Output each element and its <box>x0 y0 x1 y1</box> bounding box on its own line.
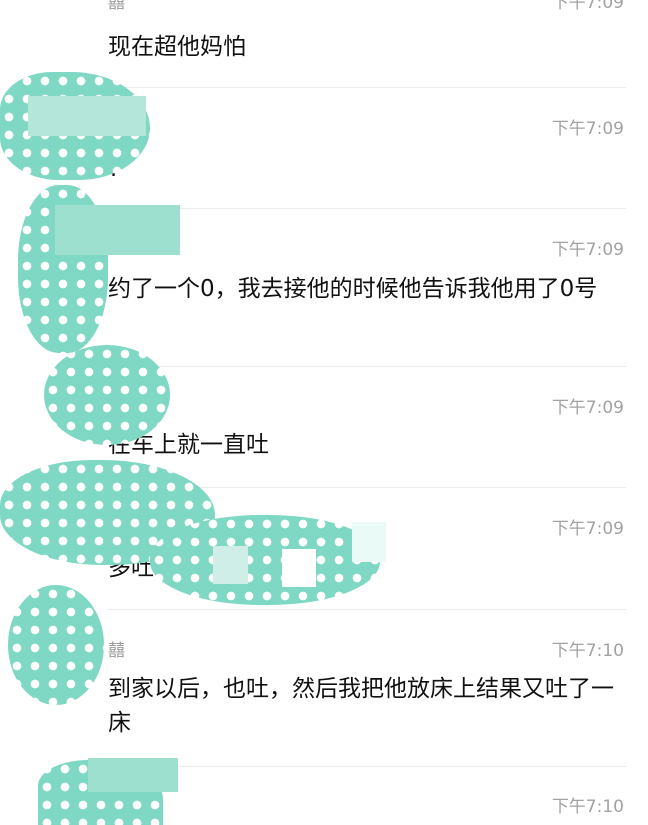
divider <box>108 766 626 767</box>
redaction-mark <box>213 546 248 584</box>
message-time: 下午7:09 <box>551 398 624 418</box>
divider <box>108 609 626 610</box>
message-time: 下午7:09 <box>551 119 624 139</box>
redaction-mark <box>28 96 146 136</box>
sender-name: 囍 <box>108 641 125 661</box>
message-item[interactable]: 下午7:10 <box>108 792 624 825</box>
message-time: 下午7:09 <box>551 519 624 539</box>
message-item[interactable]: 下午7:09 ? <box>108 114 624 184</box>
message-text: 在车上就一直吐 <box>108 432 269 458</box>
redaction-mark <box>44 345 170 445</box>
message-time: 下午7:09 <box>551 0 624 13</box>
message-text: ? <box>108 152 618 186</box>
redaction-mark <box>282 549 316 587</box>
message-time: 下午7:10 <box>551 641 624 661</box>
divider <box>108 208 626 209</box>
redaction-mark <box>352 522 386 562</box>
sender-name: 囍 <box>108 0 125 13</box>
message-text: 到家以后，也吐，然后我把他放床上结果又吐了一床 <box>108 676 614 736</box>
message-item[interactable]: 下午7:09 在车上就一直吐 <box>108 393 624 468</box>
message-time: 下午7:09 <box>551 240 624 260</box>
divider <box>108 87 626 88</box>
redaction-mark <box>55 205 180 255</box>
message-item[interactable]: 囍 下午7:09 现在超他妈怕 <box>108 0 624 60</box>
divider <box>108 366 626 367</box>
message-text: 现在超他妈怕 <box>108 34 246 60</box>
redaction-mark <box>150 515 380 605</box>
redaction-mark <box>88 758 178 792</box>
chat-history: 囍 下午7:09 现在超他妈怕 下午7:09 ? 下午7:09 约了一个0，我去… <box>0 0 648 825</box>
message-text: 约了一个0，我去接他的时候他告诉我他用了0号 <box>108 276 598 302</box>
message-time: 下午7:10 <box>551 797 624 817</box>
message-item[interactable]: 囍 下午7:10 到家以后，也吐，然后我把他放床上结果又吐了一床 <box>108 636 624 746</box>
message-item[interactable]: 下午7:09 约了一个0，我去接他的时候他告诉我他用了0号 <box>108 235 624 345</box>
redaction-mark <box>8 585 104 705</box>
